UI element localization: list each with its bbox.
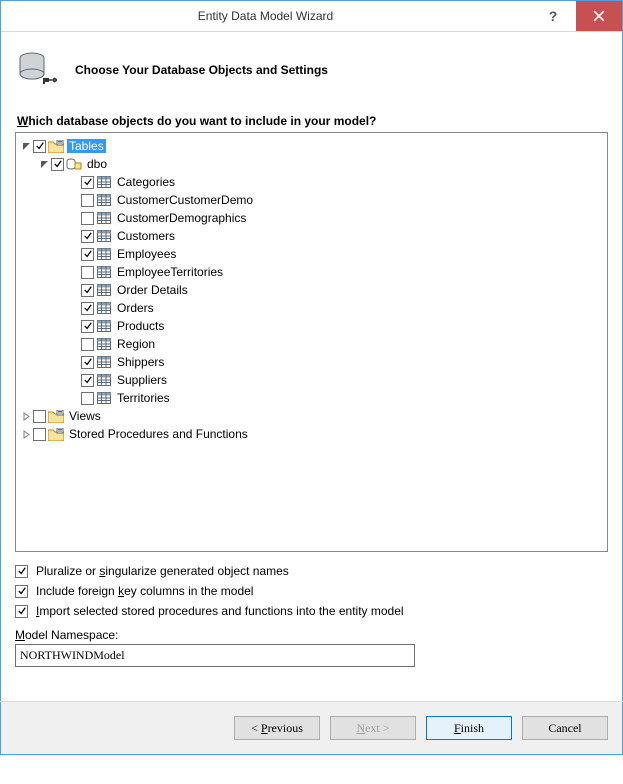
expand-toggle[interactable] (20, 430, 32, 439)
node-icon (96, 193, 112, 207)
tree-node-dbo[interactable]: dbo (20, 155, 603, 173)
close-button[interactable] (576, 1, 622, 31)
objects-tree[interactable]: Tables dbo Categories CustomerCustomerDemo C… (15, 132, 608, 552)
wizard-subtitle: Choose Your Database Objects and Setting… (75, 63, 328, 77)
node-label[interactable]: Categories (115, 175, 177, 189)
node-icon (66, 157, 82, 171)
wizard-body: Choose Your Database Objects and Setting… (1, 32, 622, 681)
node-label[interactable]: dbo (85, 157, 109, 171)
node-label[interactable]: Suppliers (115, 373, 169, 387)
next-button: Next > (330, 716, 416, 740)
node-icon (96, 211, 112, 225)
node-label[interactable]: Orders (115, 301, 156, 315)
node-label[interactable]: Employees (115, 247, 178, 261)
tree-node-table[interactable]: Employees (20, 245, 603, 263)
node-icon (96, 283, 112, 297)
database-icon (17, 50, 57, 90)
import-sprocs-option[interactable]: Import selected stored procedures and fu… (15, 604, 608, 618)
node-label[interactable]: Region (115, 337, 157, 351)
node-label[interactable]: Shippers (115, 355, 166, 369)
tree-checkbox[interactable] (81, 176, 94, 189)
window-title: Entity Data Model Wizard (1, 9, 530, 23)
title-bar: Entity Data Model Wizard ? (1, 1, 622, 32)
tree-checkbox[interactable] (81, 374, 94, 387)
tree-checkbox[interactable] (81, 356, 94, 369)
finish-button[interactable]: Finish (426, 716, 512, 740)
tree-checkbox[interactable] (51, 158, 64, 171)
tree-checkbox[interactable] (33, 410, 46, 423)
node-label[interactable]: Views (67, 409, 103, 423)
node-icon (48, 409, 64, 423)
cancel-button[interactable]: Cancel (522, 716, 608, 740)
tree-node-sprocs[interactable]: Stored Procedures and Functions (20, 425, 603, 443)
node-label[interactable]: Tables (67, 139, 106, 153)
namespace-input[interactable] (15, 644, 415, 667)
tree-node-table[interactable]: Suppliers (20, 371, 603, 389)
expand-toggle[interactable] (38, 160, 50, 169)
namespace-label: Model Namespace: (15, 628, 608, 642)
node-label[interactable]: Territories (115, 391, 172, 405)
tree-node-tables[interactable]: Tables (20, 137, 603, 155)
node-label[interactable]: Stored Procedures and Functions (67, 427, 250, 441)
node-icon (96, 175, 112, 189)
node-icon (96, 319, 112, 333)
node-label[interactable]: Products (115, 319, 166, 333)
tree-node-views[interactable]: Views (20, 407, 603, 425)
node-label[interactable]: Customers (115, 229, 177, 243)
tree-node-table[interactable]: Categories (20, 173, 603, 191)
close-icon (593, 10, 605, 22)
wizard-header: Choose Your Database Objects and Setting… (15, 44, 608, 114)
node-icon (96, 355, 112, 369)
tree-checkbox[interactable] (81, 320, 94, 333)
tree-node-table[interactable]: Order Details (20, 281, 603, 299)
foreign-key-checkbox[interactable] (15, 585, 28, 598)
import-sprocs-checkbox[interactable] (15, 605, 28, 618)
node-icon (96, 373, 112, 387)
help-button[interactable]: ? (530, 1, 576, 31)
tree-checkbox[interactable] (33, 140, 46, 153)
node-icon (96, 301, 112, 315)
tree-checkbox[interactable] (81, 302, 94, 315)
tree-node-table[interactable]: Region (20, 335, 603, 353)
pluralize-checkbox[interactable] (15, 565, 28, 578)
tree-checkbox[interactable] (81, 230, 94, 243)
node-label[interactable]: EmployeeTerritories (115, 265, 225, 279)
pluralize-option[interactable]: Pluralize or singularize generated objec… (15, 564, 608, 578)
tree-checkbox[interactable] (81, 194, 94, 207)
tree-checkbox[interactable] (81, 338, 94, 351)
node-icon (96, 265, 112, 279)
node-label[interactable]: Order Details (115, 283, 190, 297)
tree-node-table[interactable]: Customers (20, 227, 603, 245)
tree-node-table[interactable]: CustomerCustomerDemo (20, 191, 603, 209)
tree-node-table[interactable]: Orders (20, 299, 603, 317)
previous-button[interactable]: < Previous (234, 716, 320, 740)
node-label[interactable]: CustomerDemographics (115, 211, 248, 225)
wizard-window: Entity Data Model Wizard ? Choose Your D… (0, 0, 623, 755)
prompt-label: Which database objects do you want to in… (17, 114, 608, 128)
tree-checkbox[interactable] (81, 212, 94, 225)
expand-toggle[interactable] (20, 142, 32, 151)
node-label[interactable]: CustomerCustomerDemo (115, 193, 255, 207)
tree-node-table[interactable]: Territories (20, 389, 603, 407)
node-icon (48, 139, 64, 153)
expand-toggle[interactable] (20, 412, 32, 421)
tree-node-table[interactable]: CustomerDemographics (20, 209, 603, 227)
tree-checkbox[interactable] (81, 392, 94, 405)
foreign-key-option[interactable]: Include foreign key columns in the model (15, 584, 608, 598)
tree-checkbox[interactable] (81, 266, 94, 279)
tree-node-table[interactable]: Shippers (20, 353, 603, 371)
node-icon (96, 391, 112, 405)
button-bar: < Previous Next > Finish Cancel (1, 702, 622, 754)
tree-checkbox[interactable] (81, 248, 94, 261)
node-icon (96, 247, 112, 261)
node-icon (96, 229, 112, 243)
node-icon (48, 427, 64, 441)
tree-node-table[interactable]: Products (20, 317, 603, 335)
node-icon (96, 337, 112, 351)
tree-node-table[interactable]: EmployeeTerritories (20, 263, 603, 281)
tree-checkbox[interactable] (33, 428, 46, 441)
options-group: Pluralize or singularize generated objec… (15, 564, 608, 667)
tree-checkbox[interactable] (81, 284, 94, 297)
